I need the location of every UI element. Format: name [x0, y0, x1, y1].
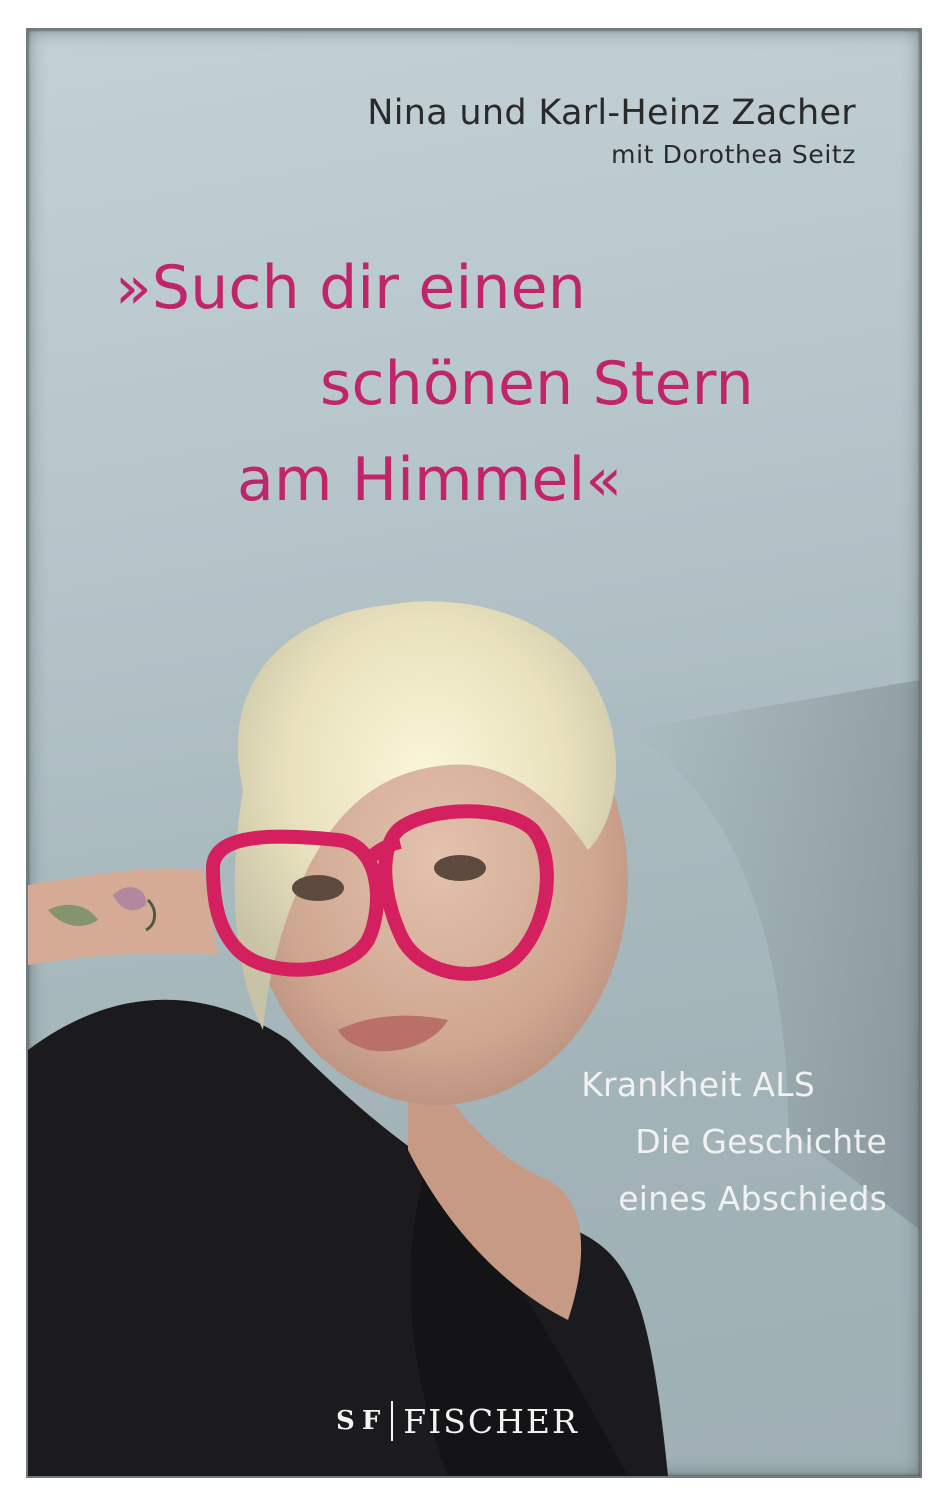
title-line-3: am Himmel«: [237, 445, 623, 515]
fischer-fs-logo-icon: S F: [336, 1406, 380, 1436]
title-line-2: schönen Stern: [320, 349, 754, 419]
subtitle-line-1: Krankheit ALS: [581, 1065, 815, 1104]
subtitle-line-2: Die Geschichte: [635, 1122, 887, 1161]
logo-divider: [391, 1401, 394, 1441]
book-cover: Nina und Karl-Heinz Zacher mit Dorothea …: [0, 0, 942, 1500]
author-names: Nina und Karl-Heinz Zacher: [367, 93, 856, 133]
title-line-1: »Such dir einen: [115, 253, 586, 323]
book-subtitle: Krankheit ALS Die Geschichte eines Absch…: [581, 1056, 887, 1227]
author-block: Nina und Karl-Heinz Zacher mit Dorothea …: [367, 92, 856, 169]
publisher-logo: S F FISCHER: [336, 1398, 579, 1444]
book-title: »Such dir einen schönen Stern am Himmel«: [100, 240, 754, 528]
subtitle-line-3: eines Abschieds: [618, 1179, 887, 1218]
coauthor-name: mit Dorothea Seitz: [611, 140, 856, 169]
publisher-name: FISCHER: [403, 1401, 579, 1441]
